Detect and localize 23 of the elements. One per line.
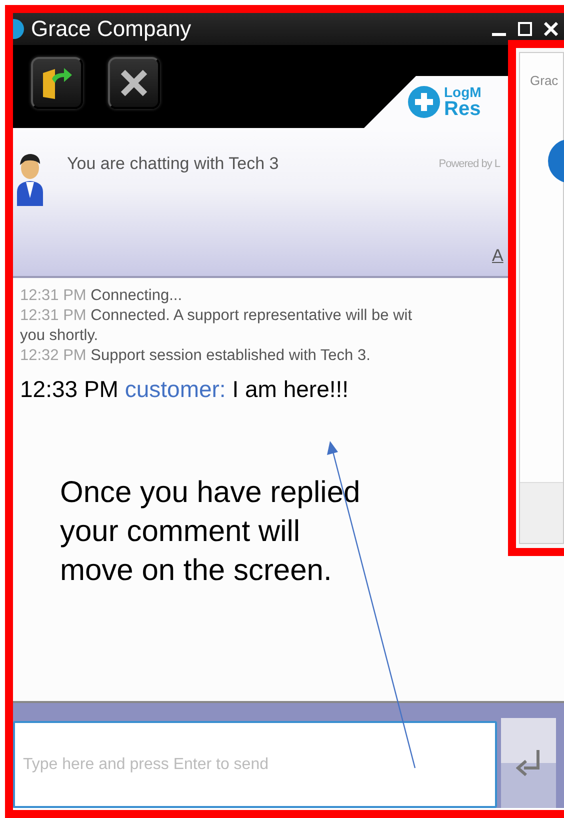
chat-message: 12:32 PM Support session established with Tech 3. xyxy=(20,346,370,366)
chat-status: You are chatting with Tech 3 xyxy=(67,154,279,174)
powered-by-text: Powered by L xyxy=(438,158,500,170)
dialog-title: Grac xyxy=(530,73,558,88)
chat-message: 12:33 PM customer: I am here!!! xyxy=(20,376,349,403)
logo-text: Res xyxy=(444,99,482,119)
return-arrow-icon xyxy=(516,748,542,778)
chat-message: you shortly. xyxy=(20,326,98,346)
close-icon xyxy=(119,68,149,98)
folder-arrow-icon xyxy=(40,65,74,101)
window-title: Grace Company xyxy=(31,16,192,42)
send-button[interactable] xyxy=(501,718,556,808)
chat-message: 12:31 PM Connecting... xyxy=(20,286,182,306)
logo-text: LogM xyxy=(444,85,482,99)
close-icon[interactable] xyxy=(544,22,558,36)
end-session-button[interactable] xyxy=(108,57,160,109)
maximize-icon[interactable] xyxy=(518,22,532,36)
plus-logo-icon xyxy=(408,86,440,118)
message-input[interactable]: Type here and press Enter to send xyxy=(13,721,497,808)
font-size-link[interactable]: A xyxy=(492,246,504,266)
app-icon xyxy=(13,18,25,40)
transfer-button[interactable] xyxy=(31,57,83,109)
chat-message: 12:31 PM Connected. A support representative will be wit xyxy=(20,306,412,326)
